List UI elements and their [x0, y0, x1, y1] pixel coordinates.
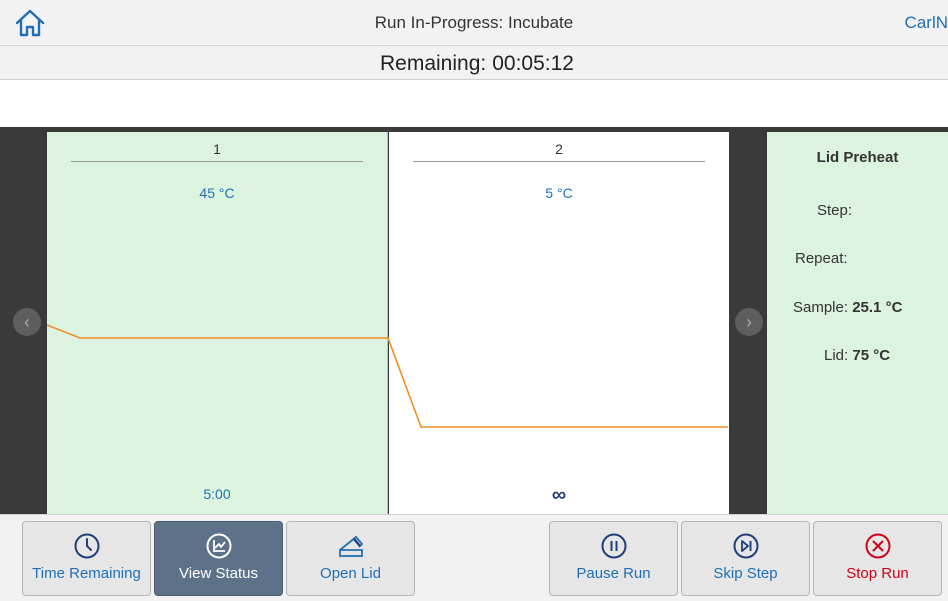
- stop-icon: [865, 533, 890, 559]
- info-lid-value: 75 °C: [852, 347, 891, 364]
- lid-icon: [338, 536, 363, 557]
- stop-run-button[interactable]: Stop Run: [813, 521, 942, 596]
- skip-icon: [733, 533, 758, 559]
- info-sample: Sample: 25.1 °C: [793, 299, 902, 316]
- lid-preheat-panel: Lid Preheat Step: Repeat: Sample: 25.1 °…: [767, 132, 948, 514]
- profile-line: [47, 324, 728, 428]
- info-lid: Lid: 75 °C: [824, 347, 890, 364]
- view-status-button[interactable]: View Status: [154, 521, 283, 596]
- title-bar: Run In-Progress: Incubate CarlN: [0, 0, 948, 46]
- info-lid-label: Lid:: [824, 347, 849, 364]
- skip-step-label: Skip Step: [713, 565, 778, 582]
- chevron-left-icon[interactable]: ‹: [13, 308, 41, 336]
- clock-icon: [74, 533, 99, 559]
- time-remaining-label: Time Remaining: [32, 565, 141, 582]
- page-title: Run In-Progress: Incubate: [374, 13, 574, 32]
- chart-icon: [206, 533, 231, 559]
- skip-step-button[interactable]: Skip Step: [681, 521, 810, 596]
- open-lid-button[interactable]: Open Lid: [286, 521, 415, 596]
- remaining-label: Remaining:: [380, 52, 487, 75]
- view-status-label: View Status: [179, 565, 258, 582]
- pause-run-button[interactable]: Pause Run: [549, 521, 678, 596]
- remaining-value: 00:05:12: [492, 52, 574, 75]
- info-step-label: Step:: [817, 202, 853, 219]
- bottom-toolbar: Time Remaining View Status Open Lid Paus…: [0, 514, 948, 601]
- chevron-right-icon[interactable]: ›: [735, 308, 763, 336]
- info-sample-value: 25.1 °C: [852, 299, 903, 316]
- time-remaining-button[interactable]: Time Remaining: [22, 521, 151, 596]
- open-lid-label: Open Lid: [320, 565, 381, 582]
- pause-icon: [601, 533, 626, 559]
- header: Run In-Progress: Incubate CarlN Remainin…: [0, 0, 948, 80]
- pause-run-label: Pause Run: [576, 565, 651, 582]
- info-sample-label: Sample:: [793, 299, 849, 316]
- user-name[interactable]: CarlN: [905, 13, 948, 33]
- remaining-time: Remaining: 00:05:12: [0, 48, 948, 80]
- info-title: Lid Preheat: [816, 149, 899, 166]
- temperature-profile: [47, 324, 728, 428]
- stop-run-label: Stop Run: [846, 565, 909, 582]
- info-repeat-label: Repeat:: [795, 250, 848, 267]
